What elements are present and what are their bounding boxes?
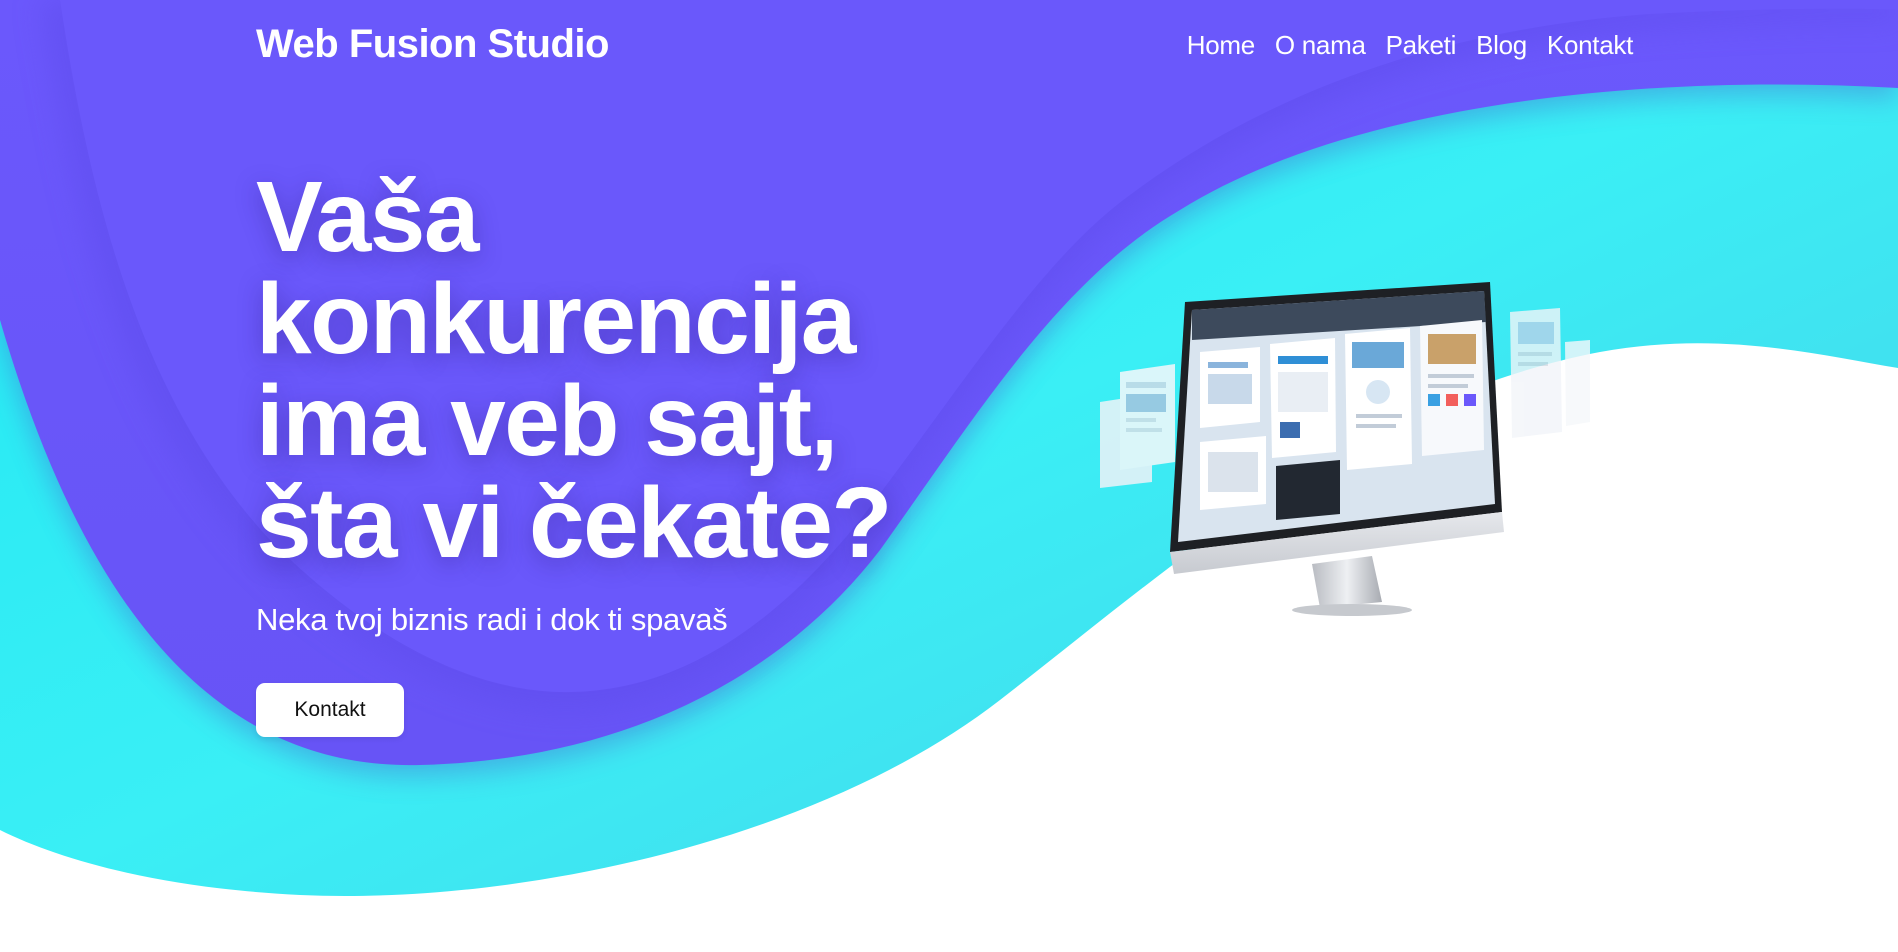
nav-item-blog[interactable]: Blog [1476,30,1527,61]
main-navigation: Home O nama Paketi Blog Kontakt [1187,30,1634,61]
hero-heading-line: Vaša [256,161,480,273]
nav-item-paketi[interactable]: Paketi [1386,30,1457,61]
hero-heading-line: ima veb sajt, [256,365,838,477]
nav-item-home[interactable]: Home [1187,30,1255,61]
hero-heading-line: konkurencija [256,263,856,375]
hero-subtitle: Neka tvoj biznis radi i dok ti spavaš [256,602,728,637]
nav-item-kontakt[interactable]: Kontakt [1547,30,1633,61]
nav-item-o-nama[interactable]: O nama [1275,30,1366,61]
monitor-illustration-icon [1100,282,1590,616]
contact-button[interactable]: Kontakt [256,683,404,737]
landing-page: Web Fusion Studio Home O nama Paketi Blo… [0,0,1898,952]
hero-heading: Vaša konkurencija ima veb sajt, šta vi č… [256,166,1016,574]
brand-logo-text[interactable]: Web Fusion Studio [256,22,609,67]
hero-heading-line: šta vi čekate? [256,467,892,579]
